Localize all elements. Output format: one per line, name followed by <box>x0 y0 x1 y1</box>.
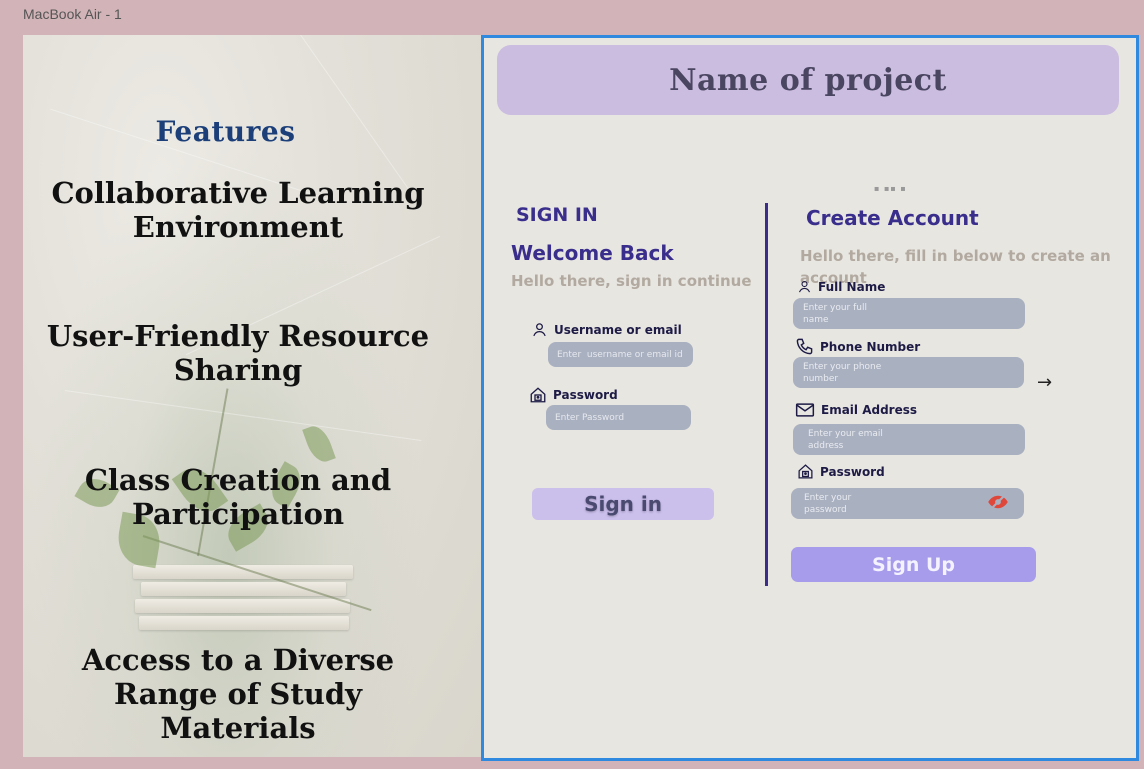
feature-item: Access to a Diverse Range of Study Mater… <box>23 643 453 745</box>
feature-line: Participation <box>131 497 345 531</box>
signin-subtitle: Hello there, sign in continue <box>511 272 752 290</box>
phone-label-text: Phone Number <box>820 339 921 354</box>
username-input[interactable] <box>548 342 693 367</box>
placeholder-line: Enter your phone <box>803 362 882 372</box>
project-title: Name of project <box>669 62 947 98</box>
feature-item: Class Creation and Participation <box>23 463 453 531</box>
password-input[interactable] <box>546 405 691 430</box>
create-account-heading: Create Account <box>806 206 979 230</box>
feature-line: Access to a Diverse <box>81 643 395 677</box>
placeholder-line: password <box>804 505 847 515</box>
features-panel: Features Collaborative Learning Environm… <box>23 35 481 757</box>
frame-label: MacBook Air - 1 <box>23 6 122 22</box>
eye-off-icon[interactable] <box>987 494 1009 510</box>
section-divider <box>765 203 768 586</box>
features-title: Features <box>155 115 296 148</box>
feature-line: Materials <box>160 711 316 745</box>
arrow-right-icon[interactable]: → <box>1037 372 1052 393</box>
feature-line: Environment <box>132 210 344 244</box>
phone-input[interactable]: Enter your phone number <box>793 357 1024 388</box>
project-banner: Name of project <box>497 45 1119 115</box>
fullname-label-text: Full Name <box>818 279 886 294</box>
username-label-text: Username or email <box>554 322 682 337</box>
fullname-label: Full Name <box>797 279 885 294</box>
email-label: Email Address <box>795 402 917 418</box>
placeholder-line: Enter your full <box>803 303 867 313</box>
feature-line: Class Creation and <box>84 463 392 497</box>
signup-subtitle-line: Hello there, fill in below to create an <box>800 247 1111 265</box>
feature-item: User-Friendly Resource Sharing <box>23 319 453 387</box>
phone-icon <box>796 338 813 355</box>
username-label: Username or email <box>531 321 682 338</box>
placeholder-line: address <box>808 441 844 451</box>
signup-button[interactable]: Sign Up <box>791 547 1036 582</box>
email-input[interactable]: Enter your email address <box>793 424 1025 455</box>
lock-icon <box>798 464 813 479</box>
signin-button[interactable]: Sign in <box>532 488 714 520</box>
user-icon <box>798 280 811 293</box>
password-label-text: Password <box>553 388 618 402</box>
auth-panel: Name of project ▪ ▪▪ ▪ SIGN IN Welcome B… <box>481 35 1139 761</box>
placeholder-line: name <box>803 315 829 325</box>
drag-handle-icon[interactable]: ▪ ▪▪ ▪ <box>874 184 907 193</box>
user-icon <box>533 323 546 337</box>
books-image <box>133 565 358 633</box>
signup-password-label-text: Password <box>820 464 885 479</box>
feature-line: Sharing <box>173 353 303 387</box>
phone-label: Phone Number <box>795 337 920 356</box>
feature-line: Range of Study <box>114 677 362 711</box>
placeholder-line: Enter your email <box>808 429 883 439</box>
feature-item: Collaborative Learning Environment <box>23 176 453 244</box>
fullname-input[interactable]: Enter your full name <box>793 298 1025 329</box>
password-label: Password <box>529 386 618 404</box>
mail-icon <box>795 403 815 417</box>
signin-heading: SIGN IN <box>516 204 598 226</box>
feature-line: Collaborative Learning <box>51 176 425 210</box>
lock-icon <box>530 387 546 403</box>
signup-password-label: Password <box>797 463 885 480</box>
placeholder-line: number <box>803 374 839 384</box>
feature-line: User-Friendly Resource <box>46 319 430 353</box>
placeholder-line: Enter your <box>804 493 852 503</box>
email-label-text: Email Address <box>821 403 918 417</box>
welcome-heading: Welcome Back <box>511 241 674 265</box>
